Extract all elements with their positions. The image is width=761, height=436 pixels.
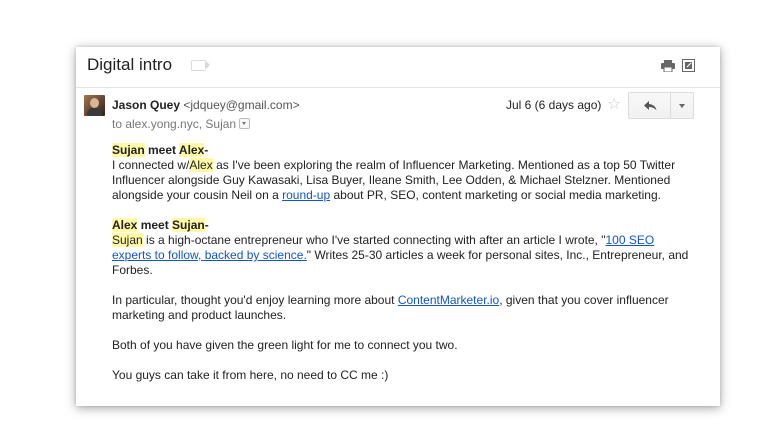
body-text: I connected w/ [112, 158, 190, 172]
paragraph-contentmarketer: In particular, thought you'd enjoy learn… [112, 293, 692, 323]
subject-row: Digital intro [76, 47, 720, 88]
highlight-name: Alex [189, 158, 213, 172]
highlight-name: Alex [178, 143, 205, 157]
highlight-name: Sujan [112, 143, 145, 157]
label-icon[interactable] [191, 60, 210, 71]
contentmarketer-link[interactable]: ContentMarketer.io [398, 293, 499, 307]
star-icon[interactable]: ☆ [607, 94, 621, 114]
roundup-link[interactable]: round-up [282, 188, 330, 202]
reply-icon [644, 101, 657, 111]
greeting-text: meet [144, 143, 179, 157]
avatar[interactable] [84, 95, 105, 116]
email-card: Digital intro Jason Quey <jdquey@gmail.c… [76, 47, 720, 406]
sender-email: <jdquey@gmail.com> [183, 98, 300, 112]
greeting: Sujan meet Alex- [112, 143, 208, 157]
sender-name[interactable]: Jason Quey [112, 98, 180, 112]
body-text: In particular, thought you'd enjoy learn… [112, 293, 398, 307]
paragraph-green-light: Both of you have given the green light f… [112, 338, 458, 352]
recipients-text: to alex.yong.nyc, Sujan [112, 117, 237, 131]
greeting-text: meet [137, 218, 173, 232]
greeting-text: - [204, 143, 209, 157]
email-body: Sujan meet Alex- I connected w/Alex as I… [112, 143, 692, 398]
greeting-text: - [204, 218, 209, 232]
print-icon[interactable] [661, 60, 675, 72]
paragraph-signoff: You guys can take it from here, no need … [112, 368, 389, 382]
highlight-name: Sujan [112, 233, 143, 247]
expand-recipients-icon[interactable] [239, 118, 251, 129]
email-subject: Digital intro [87, 55, 173, 74]
email-date: Jul 6 (6 days ago) [506, 98, 602, 112]
more-actions-icon[interactable] [670, 92, 694, 119]
recipients-line: to alex.yong.nyc, Sujan [112, 117, 251, 131]
reply-button[interactable] [628, 92, 671, 119]
highlight-name: Alex [112, 218, 138, 232]
paragraph-intro-sujan: Sujan meet Alex- I connected w/Alex as I… [112, 143, 692, 203]
sender-line: Jason Quey <jdquey@gmail.com> [112, 98, 300, 112]
highlight-name: Sujan [172, 218, 205, 232]
body-text: about PR, SEO, content marketing or soci… [330, 188, 661, 202]
body-text: is a high-octane entrepreneur who I've s… [142, 233, 606, 247]
popout-icon[interactable] [682, 59, 695, 72]
paragraph-intro-alex: Alex meet Sujan- Sujan is a high-octane … [112, 218, 692, 278]
greeting: Alex meet Sujan- [112, 218, 209, 232]
